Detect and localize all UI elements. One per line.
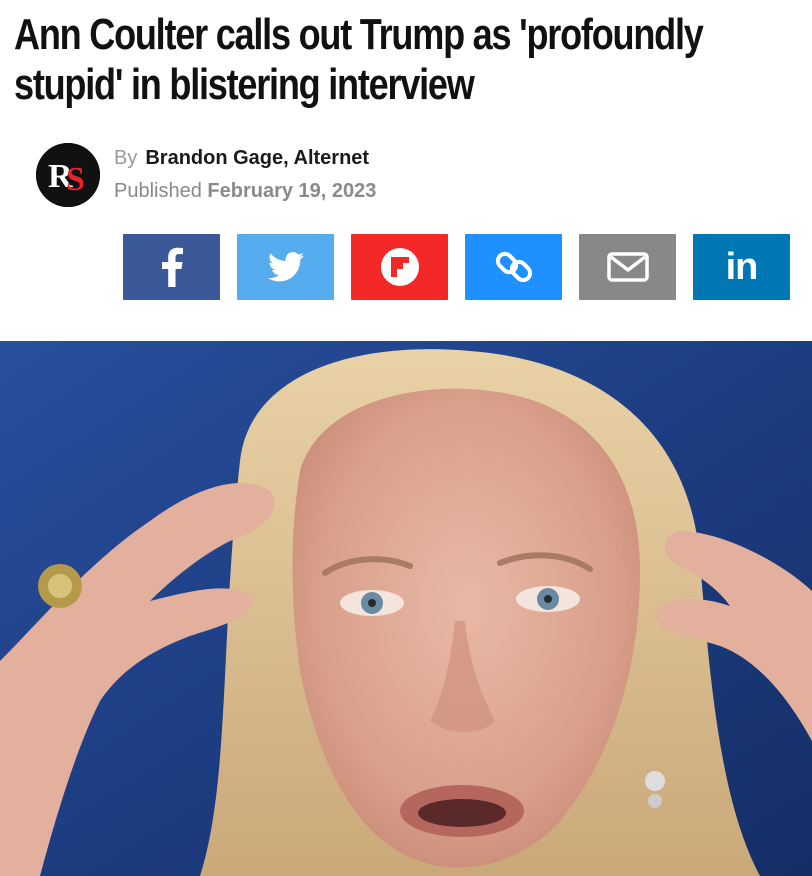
facebook-icon [161, 247, 183, 287]
email-icon [606, 252, 649, 282]
author-name[interactable]: Brandon Gage, Alternet [145, 147, 369, 169]
link-icon [495, 251, 532, 283]
svg-text:S: S [66, 161, 85, 198]
hero-image[interactable] [0, 341, 812, 876]
share-linkedin-button[interactable]: in [693, 234, 790, 300]
share-bar: in [123, 234, 790, 300]
rs-logo-icon: R S [36, 143, 100, 207]
linkedin-icon: in [725, 246, 759, 288]
share-email-button[interactable] [579, 234, 676, 300]
share-flipboard-button[interactable] [351, 234, 448, 300]
published-prefix: Published [114, 180, 202, 202]
twitter-icon [267, 252, 304, 282]
published-date: February 19, 2023 [207, 180, 377, 202]
share-copy-link-button[interactable] [465, 234, 562, 300]
share-twitter-button[interactable] [237, 234, 334, 300]
article-headline: Ann Coulter calls out Trump as 'profound… [14, 10, 704, 109]
publisher-logo[interactable]: R S [36, 143, 100, 207]
byline: R S By Brandon Gage, Alternet Published F… [36, 142, 376, 208]
hero-photo-illustration [0, 341, 812, 876]
byline-prefix: By [114, 147, 138, 169]
share-facebook-button[interactable] [123, 234, 220, 300]
flipboard-icon [380, 248, 419, 286]
